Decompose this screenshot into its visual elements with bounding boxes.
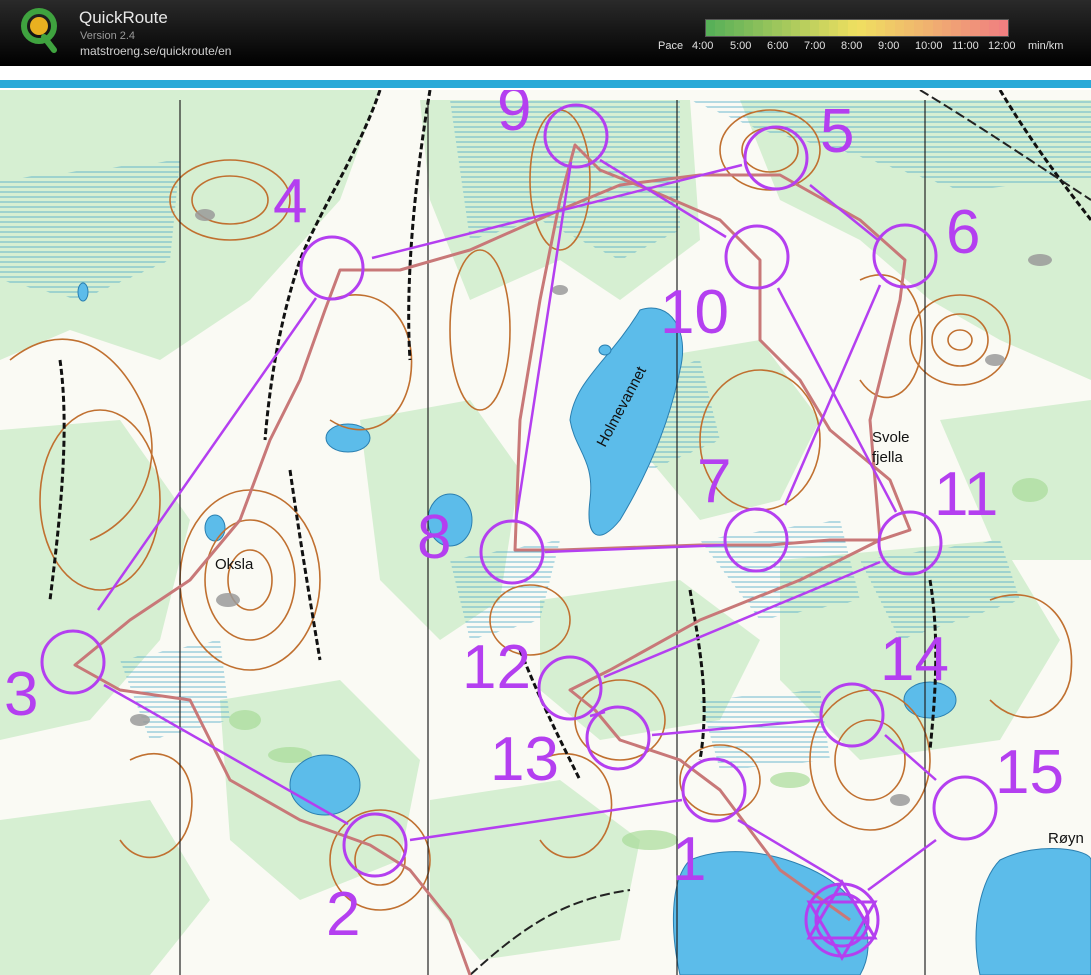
- control-number-13: 13: [490, 725, 559, 794]
- pace-tick: 10:00: [915, 40, 943, 52]
- control-number-11: 11: [934, 460, 998, 529]
- pace-scale-segment: [847, 20, 857, 36]
- pace-scale-segment: [913, 20, 924, 36]
- pace-scale-segment: [819, 20, 829, 36]
- pace-scale-segment: [706, 20, 716, 36]
- pace-tick: 8:00: [841, 40, 863, 52]
- accent-bar: [0, 66, 1091, 90]
- pace-scale-segment: [809, 20, 820, 36]
- pace-unit: min/km: [1028, 40, 1064, 52]
- pace-scale-segment: [923, 20, 933, 36]
- pace-scale-segment: [979, 20, 990, 36]
- control-number-9: 9: [497, 90, 531, 144]
- control-number-14: 14: [880, 625, 949, 694]
- control-number-12: 12: [462, 633, 531, 702]
- pace-scale-segment: [885, 20, 895, 36]
- place-name-oksla: Oksla: [215, 556, 254, 573]
- pace-scale-segment: [960, 20, 971, 36]
- pace-scale-segment: [762, 20, 773, 36]
- pace-scale-segment: [790, 20, 801, 36]
- pace-scale-segment: [894, 20, 905, 36]
- place-name-royn: Røyn: [1048, 830, 1084, 847]
- pace-scale-segment: [772, 20, 782, 36]
- pace-scale-segment: [734, 20, 744, 36]
- control-number-1: 1: [672, 825, 706, 894]
- pace-label: Pace: [658, 40, 684, 52]
- app-header: QuickRoute Version 2.4 matstroeng.se/qui…: [0, 0, 1091, 66]
- pace-scale-segment: [828, 20, 839, 36]
- pace-color-scale: [705, 19, 1009, 37]
- pace-scale-segment: [941, 20, 952, 36]
- control-number-10: 10: [660, 278, 729, 347]
- pace-scale-segment: [904, 20, 914, 36]
- pace-tick: 12:00: [988, 40, 1016, 52]
- pace-scale-segment: [857, 20, 867, 36]
- control-number-5: 5: [820, 97, 854, 166]
- app-name: QuickRoute: [79, 8, 168, 27]
- control-number-15: 15: [995, 738, 1064, 807]
- pace-scale-segment: [951, 20, 961, 36]
- pace-tick: 6:00: [767, 40, 789, 52]
- pace-scale-segment: [866, 20, 876, 36]
- control-number-7: 7: [697, 447, 731, 516]
- pace-axis: Pace 4:00 5:00 6:00 7:00 8:00 9:00 10:00…: [658, 40, 1088, 54]
- pace-scale-segment: [875, 20, 886, 36]
- pace-tick: 9:00: [878, 40, 900, 52]
- pace-tick: 7:00: [804, 40, 826, 52]
- control-number-4: 4: [273, 167, 307, 236]
- pace-tick: 4:00: [692, 40, 714, 52]
- pace-scale-segment: [970, 20, 980, 36]
- pace-scale-segment: [743, 20, 754, 36]
- control-number-8: 8: [417, 503, 451, 572]
- app-version: Version 2.4: [80, 30, 136, 42]
- control-number-2: 2: [326, 880, 360, 949]
- pace-tick: 11:00: [952, 40, 979, 52]
- app-url[interactable]: matstroeng.se/quickroute/en: [80, 44, 231, 58]
- pace-scale-segment: [753, 20, 763, 36]
- lake-royn: [975, 848, 1091, 975]
- pace-scale-segment: [932, 20, 942, 36]
- pace-scale-segment: [715, 20, 725, 36]
- pace-scale-segment: [838, 20, 848, 36]
- orienteering-map[interactable]: 1 2 3 4 5 6 7 8 9 10 11 12 13 14 15 Holm…: [0, 90, 1091, 975]
- map-canvas[interactable]: 1 2 3 4 5 6 7 8 9 10 11 12 13 14 15 Holm…: [0, 90, 1091, 975]
- pace-scale-segment: [781, 20, 791, 36]
- control-number-3: 3: [4, 660, 38, 729]
- pace-scale-segment: [800, 20, 810, 36]
- quickroute-logo-icon: [21, 8, 57, 53]
- place-name-fjella: fjella: [872, 449, 904, 466]
- pace-scale-segment: [989, 20, 999, 36]
- place-name-svole: Svole: [872, 429, 910, 446]
- pace-scale-segment: [998, 20, 1008, 36]
- pace-tick: 5:00: [730, 40, 752, 52]
- control-number-6: 6: [946, 198, 980, 267]
- pace-scale-segment: [724, 20, 735, 36]
